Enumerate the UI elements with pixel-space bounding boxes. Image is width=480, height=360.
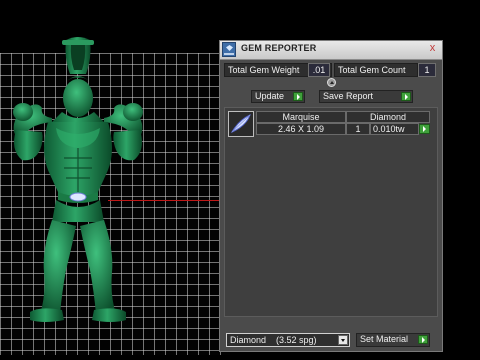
save-report-button-label: Save Report	[323, 91, 374, 101]
close-icon[interactable]: x	[427, 43, 438, 54]
total-gem-count-label: Total Gem Count	[334, 63, 418, 77]
total-gem-count-value: 1	[418, 63, 436, 77]
gem-size-cell: 2.46 X 1.09	[256, 123, 346, 135]
total-gem-weight-value: .01	[308, 63, 330, 77]
material-select-value: Diamond (3.52 spg)	[230, 335, 317, 345]
muscle-man-pendant-model[interactable]	[0, 0, 230, 360]
material-select[interactable]: Diamond (3.52 spg)	[226, 333, 350, 347]
set-material-button-label: Set Material	[360, 334, 409, 344]
set-material-button[interactable]: Set Material	[356, 333, 430, 347]
update-button[interactable]: Update	[251, 90, 305, 103]
green-arrow-icon	[401, 92, 411, 101]
save-report-button[interactable]: Save Report	[319, 90, 413, 103]
gem-weight-cell: 0.010tw	[370, 123, 419, 135]
gem-cut-cell: Marquise	[256, 111, 346, 123]
chevron-down-icon[interactable]	[338, 335, 348, 345]
gem-reporter-app-icon	[222, 42, 236, 57]
gem-quantity-cell: 1	[346, 123, 370, 135]
panel-titlebar[interactable]: GEM REPORTER x	[220, 41, 442, 60]
panel-title: GEM REPORTER	[241, 43, 317, 53]
gem-material-cell: Diamond	[346, 111, 430, 123]
gem-list[interactable]: Marquise Diamond 2.46 X 1.09 1 0.010tw	[224, 107, 438, 317]
update-button-label: Update	[255, 91, 285, 101]
green-arrow-icon[interactable]	[419, 124, 430, 134]
marquise-gem-icon[interactable]	[228, 111, 254, 137]
gem-reporter-panel: GEM REPORTER x Total Gem Weight .01 Tota…	[219, 40, 443, 352]
belt-gem[interactable]	[69, 192, 87, 202]
green-arrow-icon	[418, 335, 428, 344]
green-arrow-icon	[293, 92, 303, 101]
expand-icon[interactable]	[327, 78, 336, 87]
